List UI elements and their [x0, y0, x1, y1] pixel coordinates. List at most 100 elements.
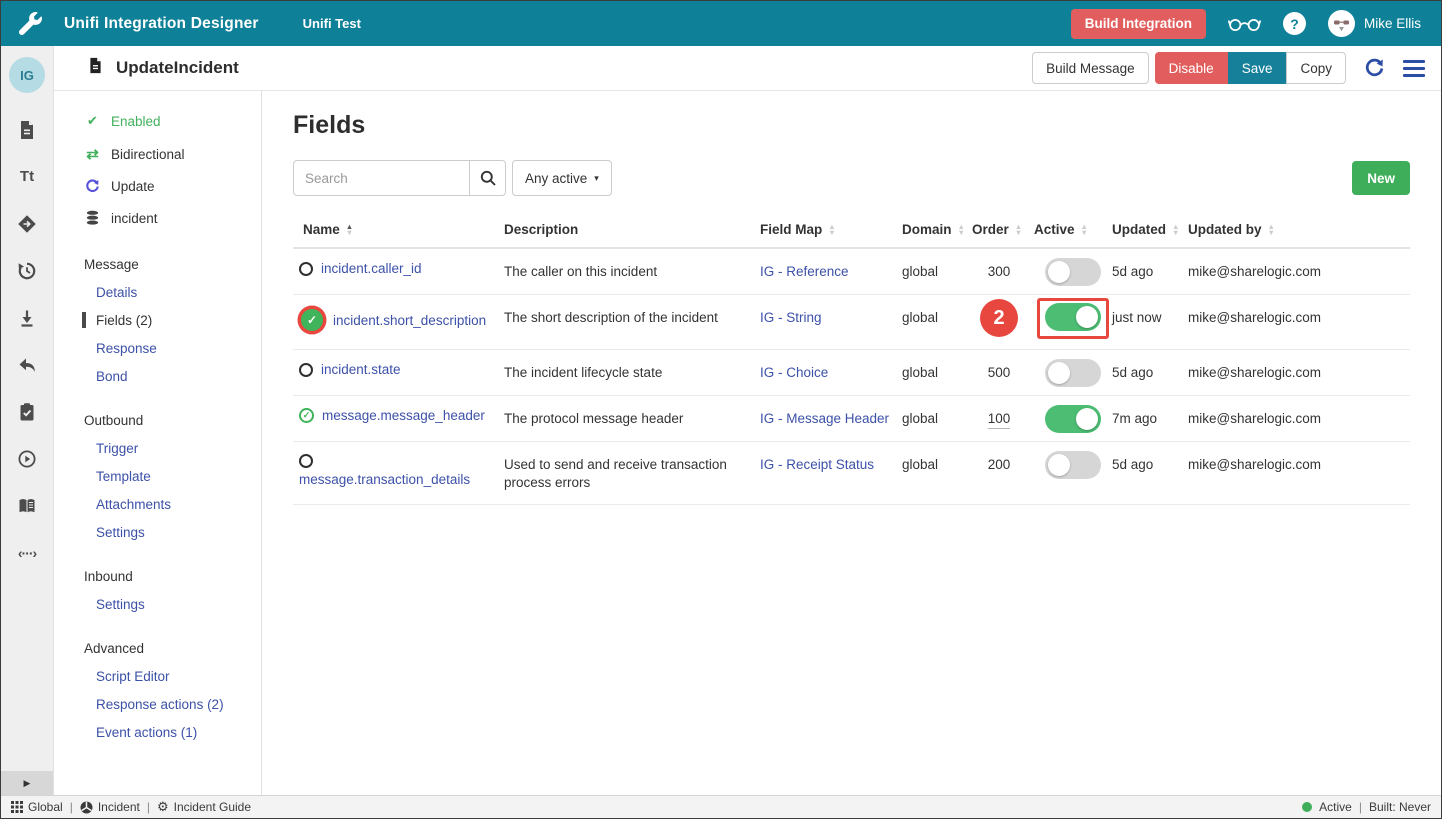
field-map-link[interactable]: IG - Choice — [760, 365, 828, 380]
section-nav: ✔ Enabled ⇄ Bidirectional Update — [54, 91, 262, 795]
knowledge-book-icon[interactable] — [16, 495, 38, 516]
field-name-link[interactable]: message.message_header — [322, 408, 485, 423]
nav-bond[interactable]: Bond — [54, 362, 261, 390]
text-format-icon[interactable]: Tt — [16, 166, 38, 187]
tasks-clipboard-icon[interactable] — [16, 401, 38, 422]
collapse-arrow-icon: ▶ — [24, 778, 31, 789]
field-map-link[interactable]: IG - Reference — [760, 264, 849, 279]
field-map-cell: IG - String — [760, 295, 902, 339]
history-icon[interactable] — [16, 260, 38, 281]
save-button[interactable]: Save — [1228, 52, 1287, 84]
field-map-link[interactable]: IG - Message Header — [760, 411, 889, 426]
col-name[interactable]: Name ▲▼ — [293, 212, 504, 247]
refresh-icon[interactable] — [1364, 58, 1385, 79]
updated-cell: 5d ago — [1112, 249, 1188, 293]
field-name-link[interactable]: message.transaction_details — [299, 472, 492, 487]
field-name-link[interactable]: incident.short_description — [333, 313, 486, 328]
sort-icons: ▲▼ — [346, 224, 353, 235]
active-toggle[interactable] — [1045, 258, 1101, 286]
nav-response[interactable]: Response — [54, 334, 261, 362]
check-icon: ✔ — [84, 113, 101, 129]
unchecked-state-icon — [299, 454, 313, 468]
new-button[interactable]: New — [1352, 161, 1410, 195]
nav-event-actions[interactable]: Event actions (1) — [54, 718, 261, 746]
col-updated-by[interactable]: Updated by ▲▼ — [1188, 212, 1410, 247]
sidebar-collapse-button[interactable]: ▶ — [1, 771, 53, 795]
col-order[interactable]: Order ▲▼ — [972, 212, 1034, 247]
app-title[interactable]: Unifi Integration Designer — [64, 15, 259, 33]
nav-fields[interactable]: Fields (2) — [54, 306, 261, 334]
top-navbar: Unifi Integration Designer Unifi Test Bu… — [1, 1, 1441, 46]
domain-cell: global — [902, 350, 972, 394]
play-circle-icon[interactable] — [16, 448, 38, 469]
nav-outbound-settings[interactable]: Settings — [54, 518, 261, 546]
app-incident[interactable]: Incident — [80, 800, 140, 814]
menu-icon[interactable] — [1403, 60, 1425, 77]
preview-glasses-icon[interactable] — [1228, 16, 1261, 32]
nav-inbound-settings[interactable]: Settings — [54, 590, 261, 618]
nav-incident[interactable]: incident — [54, 202, 261, 234]
active-cell — [1034, 350, 1112, 387]
user-menu[interactable]: Mike Ellis — [1328, 10, 1421, 37]
nav-details[interactable]: Details — [54, 278, 261, 306]
toggle-knob — [1048, 261, 1070, 283]
domain-cell: global — [902, 249, 972, 293]
description-cell: Used to send and receive transaction pro… — [504, 442, 760, 504]
updated-by-cell: mike@sharelogic.com — [1188, 350, 1410, 394]
build-message-button[interactable]: Build Message — [1032, 52, 1149, 84]
field-map-link[interactable]: IG - String — [760, 310, 822, 325]
environment-name[interactable]: Unifi Test — [303, 16, 361, 31]
code-icon[interactable]: ‹···› — [16, 542, 38, 563]
field-map-diamond-icon[interactable] — [16, 213, 38, 234]
scope-global[interactable]: Global — [11, 800, 63, 814]
toggle-knob — [1076, 306, 1098, 328]
search-button[interactable] — [469, 160, 506, 196]
description-cell: The protocol message header — [504, 396, 760, 440]
nav-trigger[interactable]: Trigger — [54, 434, 261, 462]
nav-label: Bidirectional — [111, 147, 185, 162]
incident-guide[interactable]: ⚙ Incident Guide — [157, 799, 251, 815]
download-icon[interactable] — [16, 307, 38, 328]
field-name-link[interactable]: incident.caller_id — [321, 261, 422, 276]
col-description[interactable]: Description — [504, 212, 760, 247]
nav-bidirectional[interactable]: ⇄ Bidirectional — [54, 137, 261, 171]
copy-button[interactable]: Copy — [1286, 52, 1346, 84]
nav-update[interactable]: Update — [54, 171, 261, 202]
nav-attachments[interactable]: Attachments — [54, 490, 261, 518]
integration-avatar[interactable]: IG — [9, 57, 45, 93]
active-toggle[interactable] — [1045, 451, 1101, 479]
field-name-link[interactable]: incident.state — [321, 362, 401, 377]
nav-response-actions[interactable]: Response actions (2) — [54, 690, 261, 718]
field-map-cell: IG - Receipt Status — [760, 442, 902, 486]
incident-app-icon — [80, 801, 93, 814]
table-row: incident.state The incident lifecycle st… — [293, 350, 1410, 396]
action-button-group: Disable Save Copy — [1155, 52, 1346, 84]
sort-icons: ▲▼ — [1172, 224, 1179, 235]
nav-script-editor[interactable]: Script Editor — [54, 662, 261, 690]
disable-button[interactable]: Disable — [1155, 52, 1228, 84]
col-updated[interactable]: Updated ▲▼ — [1112, 212, 1188, 247]
fields-table: Name ▲▼ Description Field Map ▲▼ — [293, 212, 1410, 505]
active-cell — [1034, 249, 1112, 286]
document-nav-icon[interactable] — [16, 119, 38, 140]
build-integration-button[interactable]: Build Integration — [1071, 9, 1206, 39]
field-map-link[interactable]: IG - Receipt Status — [760, 457, 874, 472]
updated-cell: 5d ago — [1112, 442, 1188, 486]
col-active[interactable]: Active ▲▼ — [1034, 212, 1112, 247]
col-field-map[interactable]: Field Map ▲▼ — [760, 212, 902, 247]
search-input[interactable] — [293, 160, 470, 196]
active-toggle[interactable] — [1045, 405, 1101, 433]
col-domain[interactable]: Domain ▲▼ — [902, 212, 972, 247]
gear-icon: ⚙ — [157, 799, 169, 815]
active-toggle[interactable] — [1045, 359, 1101, 387]
help-icon[interactable]: ? — [1283, 12, 1306, 35]
document-icon — [87, 56, 104, 80]
active-filter-dropdown[interactable]: Any active ▾ — [512, 160, 612, 196]
annotation-highlight-box — [1037, 298, 1109, 339]
active-toggle[interactable] — [1045, 303, 1101, 331]
nav-enabled[interactable]: ✔ Enabled — [54, 105, 261, 137]
nav-template[interactable]: Template — [54, 462, 261, 490]
reply-icon[interactable] — [16, 354, 38, 375]
description-cell: The incident lifecycle state — [504, 350, 760, 394]
wrench-icon[interactable] — [19, 12, 42, 35]
